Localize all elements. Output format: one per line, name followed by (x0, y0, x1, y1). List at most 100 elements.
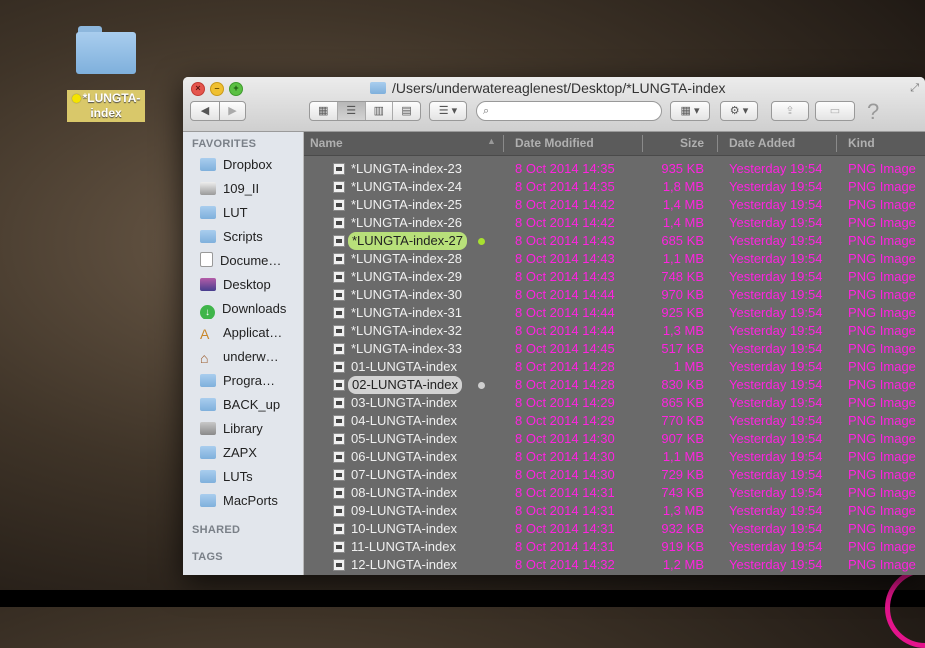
close-button[interactable]: × (191, 82, 205, 96)
sidebar-item-library[interactable]: Library (200, 419, 300, 439)
column-date-modified[interactable]: Date Modified (515, 136, 594, 150)
search-icon: ⌕ (483, 105, 490, 117)
sidebar-item-documents[interactable]: Docume… (200, 251, 300, 271)
share-button[interactable]: ⇪ (771, 101, 809, 121)
file-row[interactable]: 05-LUNGTA-index 8 Oct 2014 14:30 907 KB Yes… (304, 430, 925, 448)
file-size: 1,4 MB (662, 215, 704, 230)
png-file-icon (333, 181, 345, 193)
column-view-icon[interactable]: ▥ (366, 102, 394, 120)
arrange-button[interactable]: ☰ ▾ (429, 101, 467, 121)
file-row[interactable]: *LUNGTA-index-23 8 Oct 2014 14:35 935 KB Ye… (304, 160, 925, 178)
desktop-folder-item[interactable]: *LUNGTA-index (64, 22, 148, 122)
file-row[interactable]: *LUNGTA-index-28 8 Oct 2014 14:43 1,1 MB Ye… (304, 250, 925, 268)
file-row[interactable]: 02-LUNGTA-index 8 Oct 2014 14:28 830 KB Yes… (304, 376, 925, 394)
file-date-added: Yesterday 19:54 (729, 503, 823, 518)
file-size: 1,3 MB (662, 323, 704, 338)
file-date-modified: 8 Oct 2014 14:30 (515, 431, 615, 446)
file-date-modified: 8 Oct 2014 14:43 (515, 233, 615, 248)
file-date-modified: 8 Oct 2014 14:35 (515, 179, 615, 194)
sidebar-item-luts[interactable]: LUTs (200, 467, 300, 487)
column-kind[interactable]: Kind (848, 136, 875, 150)
sidebar-item-lut[interactable]: LUT (200, 203, 300, 223)
minimize-button[interactable]: – (210, 82, 224, 96)
png-file-icon (333, 235, 345, 247)
file-date-modified: 8 Oct 2014 14:32 (515, 557, 615, 572)
file-row[interactable]: 09-LUNGTA-index 8 Oct 2014 14:31 1,3 MB Yes… (304, 502, 925, 520)
file-name: *LUNGTA-index-32 (351, 323, 463, 338)
file-size: 1,2 MB (662, 557, 704, 572)
file-row[interactable]: *LUNGTA-index-26 8 Oct 2014 14:42 1,4 MB Ye… (304, 214, 925, 232)
file-row[interactable]: 12-LUNGTA-index 8 Oct 2014 14:32 1,2 MB Yes… (304, 556, 925, 574)
folder-icon (200, 446, 216, 459)
file-date-added: Yesterday 19:54 (729, 485, 823, 500)
sidebar-item-dropbox[interactable]: Dropbox (200, 155, 300, 175)
action-gear-button[interactable]: ⚙ ▾ (720, 101, 758, 121)
edit-tags-button[interactable]: ▭ (815, 101, 855, 121)
coverflow-view-icon[interactable]: ▤ (393, 102, 420, 120)
column-size[interactable]: Size (680, 136, 704, 150)
file-row[interactable]: *LUNGTA-index-33 8 Oct 2014 14:45 517 KB Ye… (304, 340, 925, 358)
sidebar-item-programs[interactable]: Progra… (200, 371, 300, 391)
search-input[interactable]: ⌕ (476, 101, 662, 121)
file-row[interactable]: *LUNGTA-index-24 8 Oct 2014 14:35 1,8 MB Ye… (304, 178, 925, 196)
icon-view-icon[interactable]: ▦ (310, 102, 338, 120)
file-row[interactable]: *LUNGTA-index-32 8 Oct 2014 14:44 1,3 MB Ye… (304, 322, 925, 340)
view-mode-group: ▦ ☰ ▥ ▤ (309, 101, 421, 121)
sidebar-item-downloads[interactable]: ↓ Downloads (200, 299, 300, 319)
file-name: *LUNGTA-index-28 (351, 251, 463, 266)
file-row[interactable]: 01-LUNGTA-index 8 Oct 2014 14:28 1 MB Yeste… (304, 358, 925, 376)
sidebar-item-zapx[interactable]: ZAPX (200, 443, 300, 463)
list-view-icon[interactable]: ☰ (337, 102, 366, 120)
file-row[interactable]: 04-LUNGTA-index 8 Oct 2014 14:29 770 KB Yes… (304, 412, 925, 430)
file-row[interactable]: *LUNGTA-index-31 8 Oct 2014 14:44 925 KB Ye… (304, 304, 925, 322)
file-row[interactable]: 06-LUNGTA-index 8 Oct 2014 14:30 1,1 MB Yes… (304, 448, 925, 466)
file-date-added: Yesterday 19:54 (729, 269, 823, 284)
file-name: 03-LUNGTA-index (351, 395, 457, 410)
sidebar-item-back-up[interactable]: BACK_up (200, 395, 300, 415)
download-icon: ↓ (200, 305, 215, 319)
desktop-bottom-bar (0, 590, 925, 607)
home-icon: ⌂ (200, 350, 209, 366)
file-date-modified: 8 Oct 2014 14:31 (515, 485, 615, 500)
file-row[interactable]: 11-LUNGTA-index 8 Oct 2014 14:31 919 KB Yes… (304, 538, 925, 556)
file-row[interactable]: *LUNGTA-index-29 8 Oct 2014 14:43 748 KB Ye… (304, 268, 925, 286)
folder-icon (200, 398, 216, 411)
file-row[interactable]: 03-LUNGTA-index 8 Oct 2014 14:29 865 KB Yes… (304, 394, 925, 412)
sidebar-item-home[interactable]: ⌂ underw… (200, 347, 300, 367)
view-options-button[interactable]: ▦ ▾ (670, 101, 710, 121)
sidebar-item-109-ii[interactable]: 109_II (200, 179, 300, 199)
file-name: *LUNGTA-index-26 (351, 215, 463, 230)
png-file-icon (333, 307, 345, 319)
file-row[interactable]: *LUNGTA-index-27 8 Oct 2014 14:43 685 KB Ye… (304, 232, 925, 250)
file-kind: PNG Image (848, 323, 916, 338)
column-date-added[interactable]: Date Added (729, 136, 795, 150)
back-button[interactable]: ◀ (190, 101, 220, 121)
file-row[interactable]: *LUNGTA-index-30 8 Oct 2014 14:44 970 KB Ye… (304, 286, 925, 304)
file-size: 770 KB (661, 413, 704, 428)
file-kind: PNG Image (848, 161, 916, 176)
file-kind: PNG Image (848, 269, 916, 284)
sidebar-item-applications[interactable]: A Applicat… (200, 323, 300, 343)
zoom-button[interactable]: + (229, 82, 243, 96)
file-row[interactable]: 08-LUNGTA-index 8 Oct 2014 14:31 743 KB Yes… (304, 484, 925, 502)
forward-button[interactable]: ▶ (219, 101, 246, 121)
file-row[interactable]: 10-LUNGTA-index 8 Oct 2014 14:31 932 KB Yes… (304, 520, 925, 538)
file-size: 925 KB (661, 305, 704, 320)
help-icon[interactable]: ? (867, 99, 879, 125)
png-file-icon (333, 361, 345, 373)
sidebar-item-macports[interactable]: MacPorts (200, 491, 300, 511)
file-row[interactable]: *LUNGTA-index-25 8 Oct 2014 14:42 1,4 MB Ye… (304, 196, 925, 214)
column-name[interactable]: Name (310, 136, 343, 150)
png-file-icon (333, 559, 345, 571)
file-row[interactable]: 07-LUNGTA-index 8 Oct 2014 14:30 729 KB Yes… (304, 466, 925, 484)
file-date-added: Yesterday 19:54 (729, 287, 823, 302)
file-size: 935 KB (661, 161, 704, 176)
sidebar-item-scripts[interactable]: Scripts (200, 227, 300, 247)
folder-icon (200, 494, 216, 507)
file-size: 1 MB (673, 359, 704, 374)
sidebar-tags-header: TAGS (192, 551, 223, 563)
sidebar-item-desktop[interactable]: Desktop (200, 275, 300, 295)
sidebar: FAVORITES Dropbox 109_II LUT Scripts Doc… (183, 132, 304, 575)
file-name: *LUNGTA-index-27 (348, 232, 468, 250)
fullscreen-icon[interactable]: ⤢ (910, 82, 919, 95)
